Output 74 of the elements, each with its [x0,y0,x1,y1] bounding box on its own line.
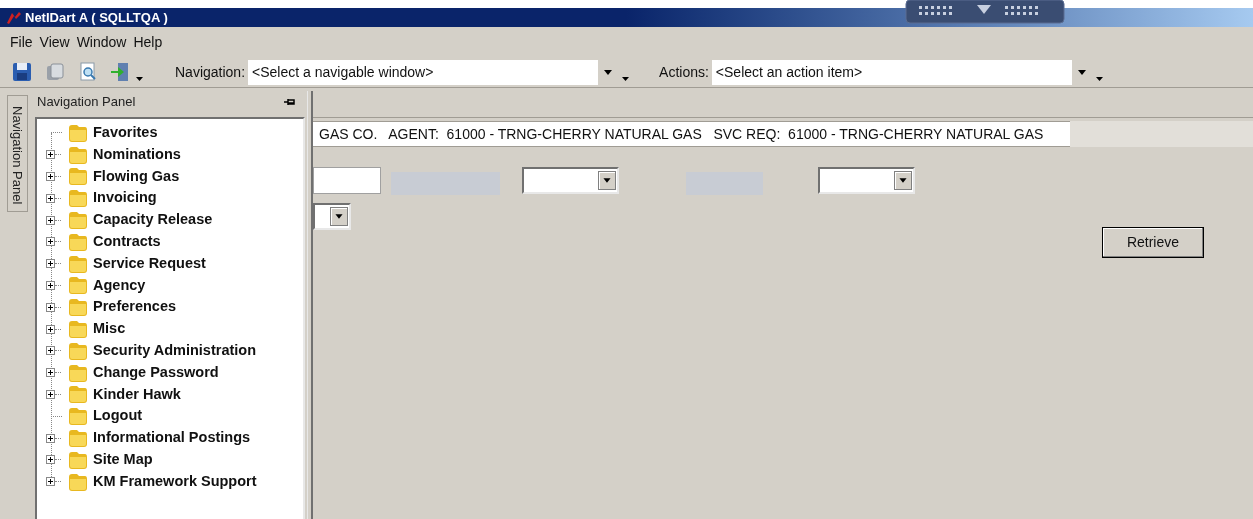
expand-icon[interactable] [46,433,55,443]
folder-icon [68,188,88,209]
actions-dropdown[interactable]: <Select an action item> [711,59,1092,85]
navigation-label: Navigation: [175,62,246,82]
toolbar-overflow-icon[interactable] [136,77,143,81]
dropdown-field[interactable] [522,166,619,194]
tree-item[interactable]: Invoicing [93,187,157,210]
folder-icon [68,297,88,318]
tree-item[interactable]: KM Framework Support [93,470,257,493]
folder-icon [68,384,88,405]
folder-icon [68,340,88,361]
expand-icon[interactable] [46,346,55,356]
tree-item[interactable]: Agency [93,274,146,297]
dropdown-field[interactable] [313,203,351,230]
tree-item[interactable]: Favorites [93,122,158,144]
info-bar: GAS CO. AGENT: 61000 - TRNG-CHERRY NATURAL GAS SVC REQ: 61000 - TRNG-CHERRY NATURAL GAS [313,121,1070,147]
toolbar-overflow-icon[interactable] [622,77,630,81]
expand-icon[interactable] [46,477,55,487]
tree-item[interactable]: Contracts [93,231,161,253]
expand-icon[interactable] [46,324,55,334]
save-icon[interactable] [12,62,32,82]
dropdown-field[interactable] [818,166,915,194]
expand-icon[interactable] [46,193,55,203]
folder-icon [68,122,88,143]
retrieve-button[interactable]: Retrieve [1102,227,1204,258]
folder-icon [68,275,88,296]
navigation-dropdown[interactable]: <Select a navigable window> [248,59,619,85]
menu-item[interactable]: Help [133,31,163,53]
tree-item[interactable]: Misc [93,318,126,340]
menu-item[interactable]: View [39,31,70,53]
tree-item[interactable]: Security Administration [93,340,257,362]
expand-icon[interactable] [46,368,55,378]
expand-icon[interactable] [46,259,55,269]
tree-item[interactable]: Informational Postings [93,427,251,449]
folder-icon [68,144,88,165]
tree-item[interactable]: Preferences [93,296,177,319]
preview-icon[interactable] [78,62,98,82]
panel-title: Navigation Panel [37,93,136,112]
expand-icon[interactable] [46,389,55,399]
side-tab[interactable]: Navigation Panel [7,95,28,212]
tree-item[interactable]: Nominations [93,143,181,166]
window-title: NetIDart A ( SQLLTQA ) [25,8,168,27]
expand-icon[interactable] [46,455,55,465]
folder-icon [68,428,88,449]
tree-item[interactable]: Service Request [93,252,206,275]
tree-item[interactable]: Site Map [93,448,153,471]
folder-icon [68,406,88,427]
folder-icon [68,319,88,340]
expand-icon[interactable] [46,302,55,312]
folder-icon [68,449,88,470]
menu-item[interactable]: Window [76,31,127,53]
tree-item[interactable]: Flowing Gas [93,165,180,188]
expand-icon[interactable] [46,172,55,181]
actions-label: Actions: [659,62,709,82]
toolbar-overflow-icon[interactable] [1095,77,1103,81]
drag-handle-icon[interactable] [905,0,1065,24]
folder-icon [68,362,88,383]
pin-icon[interactable] [284,97,296,107]
folder-icon [68,471,88,492]
menu-item[interactable]: File [10,31,33,53]
tree-item[interactable]: Capacity Release [93,209,213,231]
folder-icon [68,210,88,231]
expand-icon[interactable] [46,215,55,225]
app-logo-icon [6,10,22,25]
folder-icon [68,166,88,187]
expand-icon[interactable] [46,237,55,247]
tree-item[interactable]: Logout [93,405,143,428]
text-field[interactable] [313,166,381,194]
folder-icon [68,253,88,274]
expand-icon[interactable] [46,280,55,290]
tree-item[interactable]: Kinder Hawk [93,383,181,406]
folder-icon [68,231,88,252]
tree-item[interactable]: Change Password [93,361,219,384]
expand-icon[interactable] [46,150,55,160]
